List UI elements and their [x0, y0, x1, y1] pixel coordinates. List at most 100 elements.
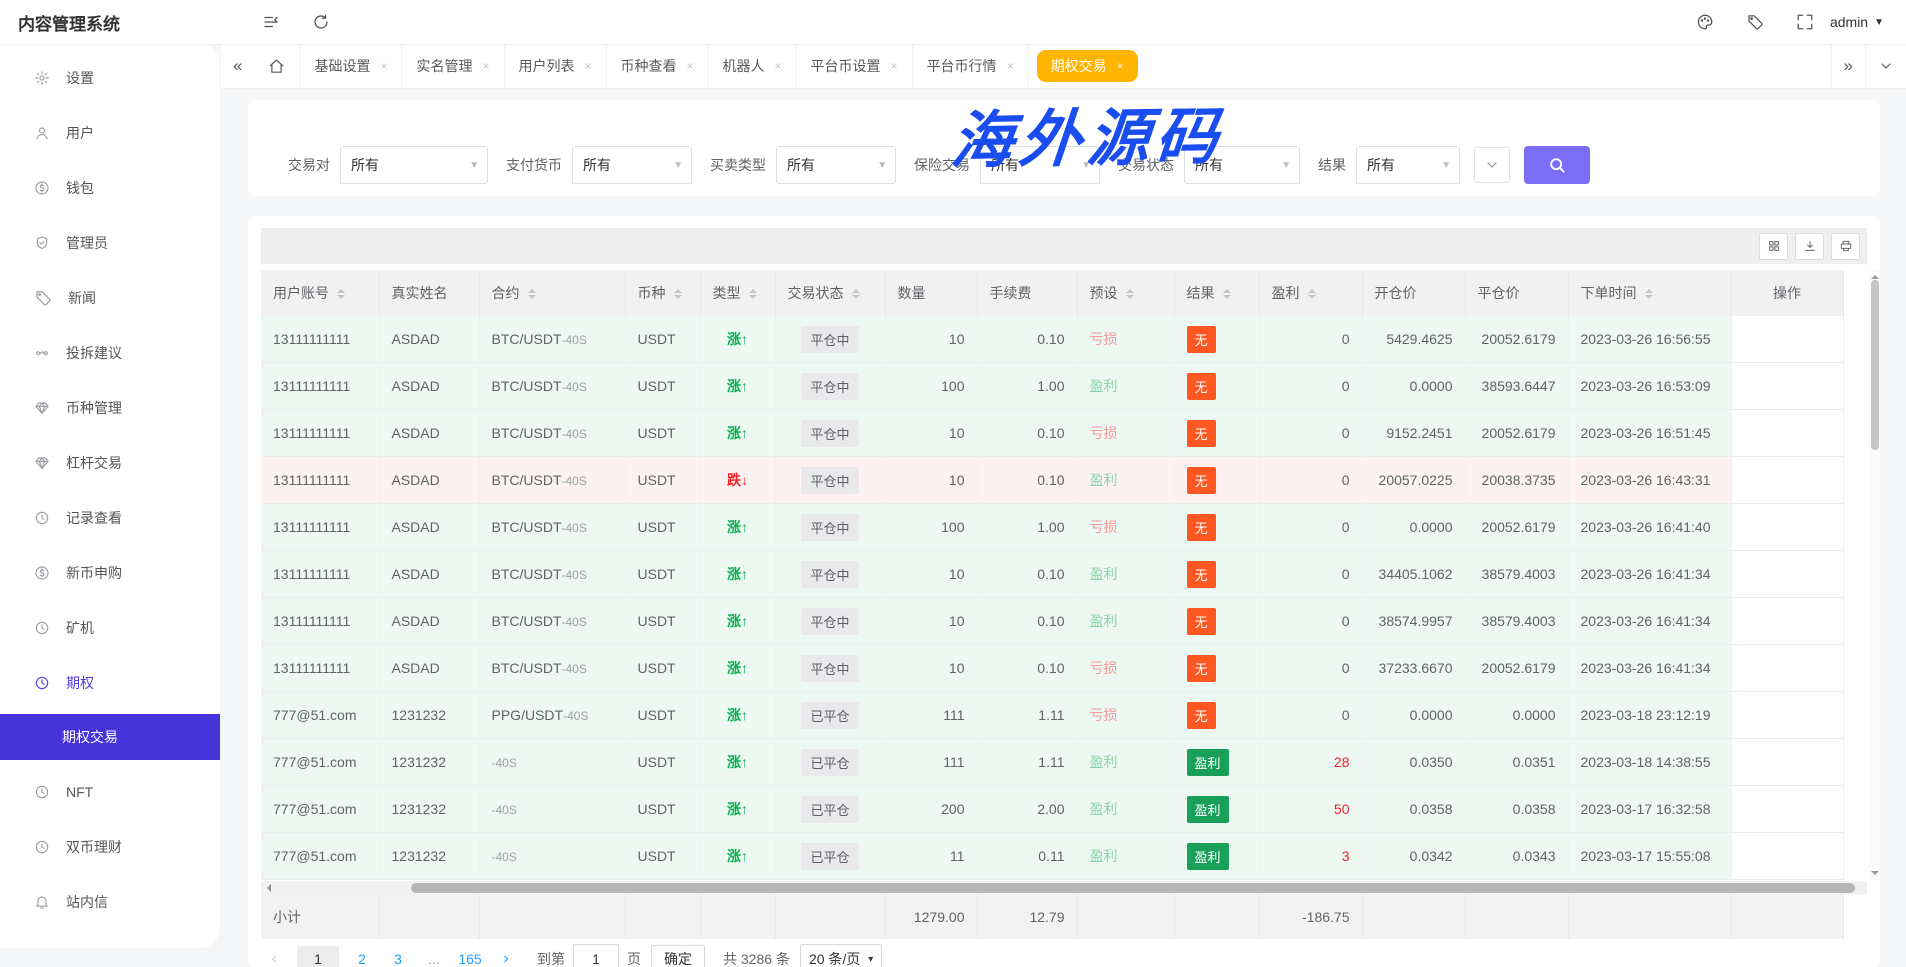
fullscreen-icon[interactable]	[1796, 13, 1814, 31]
tab-item[interactable]: 平台币行情×	[913, 44, 1029, 88]
sort-icon[interactable]	[852, 285, 860, 303]
filter-select-保险交易[interactable]: 所有▼	[980, 146, 1100, 184]
sort-icon[interactable]	[528, 285, 536, 303]
sidebar-item-投拆建议[interactable]: 投拆建议	[0, 325, 220, 380]
scroll-down-icon[interactable]	[1871, 871, 1879, 879]
chevron-down-icon[interactable]	[1474, 147, 1510, 183]
sort-icon[interactable]	[749, 285, 757, 303]
sort-icon[interactable]	[337, 285, 345, 303]
tab-close-icon[interactable]: ×	[1117, 59, 1124, 73]
tab-item[interactable]: 平台币设置×	[797, 44, 913, 88]
horizontal-scrollbar[interactable]	[261, 881, 1867, 895]
tab-item[interactable]: 用户列表×	[505, 44, 607, 88]
tab-close-icon[interactable]: ×	[687, 59, 694, 73]
cell-quantity: 10	[885, 598, 977, 645]
vertical-scrollbar[interactable]	[1869, 270, 1880, 880]
tab-active[interactable]: 期权交易×	[1037, 50, 1138, 82]
sidebar-item-NFT[interactable]: NFT	[0, 764, 220, 819]
scroll-left-icon[interactable]	[263, 884, 271, 892]
sidebar-item-站内信[interactable]: 站内信	[0, 874, 220, 929]
cell-fee: 0.10	[977, 410, 1077, 457]
sidebar-item-设置[interactable]: 设置	[0, 50, 220, 105]
sort-icon[interactable]	[1645, 285, 1653, 303]
tab-close-icon[interactable]: ×	[482, 59, 489, 73]
scroll-up-icon[interactable]	[1871, 271, 1879, 279]
sort-icon[interactable]	[1308, 285, 1316, 303]
column-header-time[interactable]: 下单时间	[1568, 270, 1731, 316]
sidebar-item-矿机[interactable]: 矿机	[0, 600, 220, 655]
cell-contract: BTC/USDT-40S	[479, 410, 625, 457]
hscroll-thumb[interactable]	[411, 883, 1855, 893]
tab-close-icon[interactable]: ×	[775, 59, 782, 73]
export-icon[interactable]	[1795, 233, 1824, 260]
print-icon[interactable]	[1831, 233, 1860, 260]
search-button[interactable]	[1524, 146, 1590, 184]
sidebar-item-钱包[interactable]: 钱包	[0, 160, 220, 215]
subtotal-fee: 12.79	[977, 895, 1077, 939]
tab-close-icon[interactable]: ×	[585, 59, 592, 73]
filter-select-支付货币[interactable]: 所有▼	[572, 146, 692, 184]
vscroll-thumb[interactable]	[1871, 280, 1879, 450]
sort-icon[interactable]	[674, 285, 682, 303]
cell-fee: 1.00	[977, 504, 1077, 551]
cell-close_price: 0.0358	[1465, 786, 1568, 833]
palette-icon[interactable]	[1696, 13, 1714, 31]
chevrons-right-icon[interactable]: »	[1831, 44, 1865, 88]
tab-item[interactable]: 币种查看×	[607, 44, 709, 88]
sidebar-item-新闻[interactable]: 新闻	[0, 270, 220, 325]
filter-select-交易状态[interactable]: 所有▼	[1184, 146, 1300, 184]
sidebar-item-记录查看[interactable]: 记录查看	[0, 490, 220, 545]
sidebar-item-币种管理[interactable]: 币种管理	[0, 380, 220, 435]
cell-result: 无	[1174, 363, 1259, 410]
column-header-profit[interactable]: 盈利	[1259, 270, 1362, 316]
filter-select-买卖类型[interactable]: 所有▼	[776, 146, 896, 184]
column-header-preset[interactable]: 预设	[1077, 270, 1174, 316]
result-badge: 盈利	[1187, 749, 1229, 776]
cell-coin: USDT	[625, 316, 700, 363]
filter-select-交易对[interactable]: 所有▼	[340, 146, 488, 184]
tab-close-icon[interactable]: ×	[380, 59, 387, 73]
tab-item[interactable]: 实名管理×	[402, 44, 504, 88]
sidebar-item-期权[interactable]: 期权	[0, 655, 220, 710]
sidebar-subitem-期权交易[interactable]: 期权交易	[0, 714, 220, 760]
grid-icon[interactable]	[1759, 233, 1788, 260]
goto-page-input[interactable]	[573, 944, 619, 967]
column-header-contract[interactable]: 合约	[479, 270, 625, 316]
refresh-icon[interactable]	[312, 13, 330, 31]
column-header-type[interactable]: 类型	[700, 270, 775, 316]
sort-icon[interactable]	[1126, 285, 1134, 303]
clock-icon	[34, 675, 50, 691]
tab-item[interactable]: 机器人×	[709, 44, 797, 88]
confirm-button[interactable]: 确定	[651, 945, 705, 967]
home-tab[interactable]	[254, 44, 300, 88]
chevrons-left-icon[interactable]: «	[220, 44, 254, 88]
tab-close-icon[interactable]: ×	[1007, 59, 1014, 73]
column-header-coin[interactable]: 币种	[625, 270, 700, 316]
column-header-status[interactable]: 交易状态	[775, 270, 885, 316]
sidebar-item-管理员[interactable]: 管理员	[0, 215, 220, 270]
caret-down-icon: ▼	[1874, 17, 1884, 28]
tab-close-icon[interactable]: ×	[891, 59, 898, 73]
per-page-select[interactable]: 20 条/页▾	[800, 944, 882, 967]
sidebar-item-label: 钱包	[66, 178, 94, 198]
profit-value: 3	[1342, 848, 1350, 864]
filter-select-结果[interactable]: 所有▼	[1356, 146, 1460, 184]
sort-icon[interactable]	[1223, 285, 1231, 303]
filter-select-value: 所有	[1195, 155, 1223, 175]
sidebar-item-双币理财[interactable]: 双币理财	[0, 819, 220, 874]
sidebar-item-用户[interactable]: 用户	[0, 105, 220, 160]
user-menu[interactable]: admin ▼	[1830, 14, 1884, 30]
column-header-account[interactable]: 用户账号	[261, 270, 379, 316]
tab-item[interactable]: 基础设置×	[300, 44, 402, 88]
chevron-down-icon[interactable]	[1865, 44, 1906, 88]
cell-preset: 亏损	[1077, 645, 1174, 692]
tag-icon[interactable]	[1746, 13, 1764, 31]
sidebar-item-新币申购[interactable]: 新币申购	[0, 545, 220, 600]
column-header-result[interactable]: 结果	[1174, 270, 1259, 316]
subtotal-account: 小计	[261, 895, 379, 939]
menu-fold-icon[interactable]	[262, 13, 280, 31]
sidebar-item-杠杆交易[interactable]: 杠杆交易	[0, 435, 220, 490]
cell-account: 13111111111	[261, 598, 379, 645]
contract-suffix: -40S	[562, 521, 587, 535]
main-content: 交易对所有▼支付货币所有▼买卖类型所有▼保险交易所有▼交易状态所有▼结果所有▼ …	[220, 88, 1906, 957]
